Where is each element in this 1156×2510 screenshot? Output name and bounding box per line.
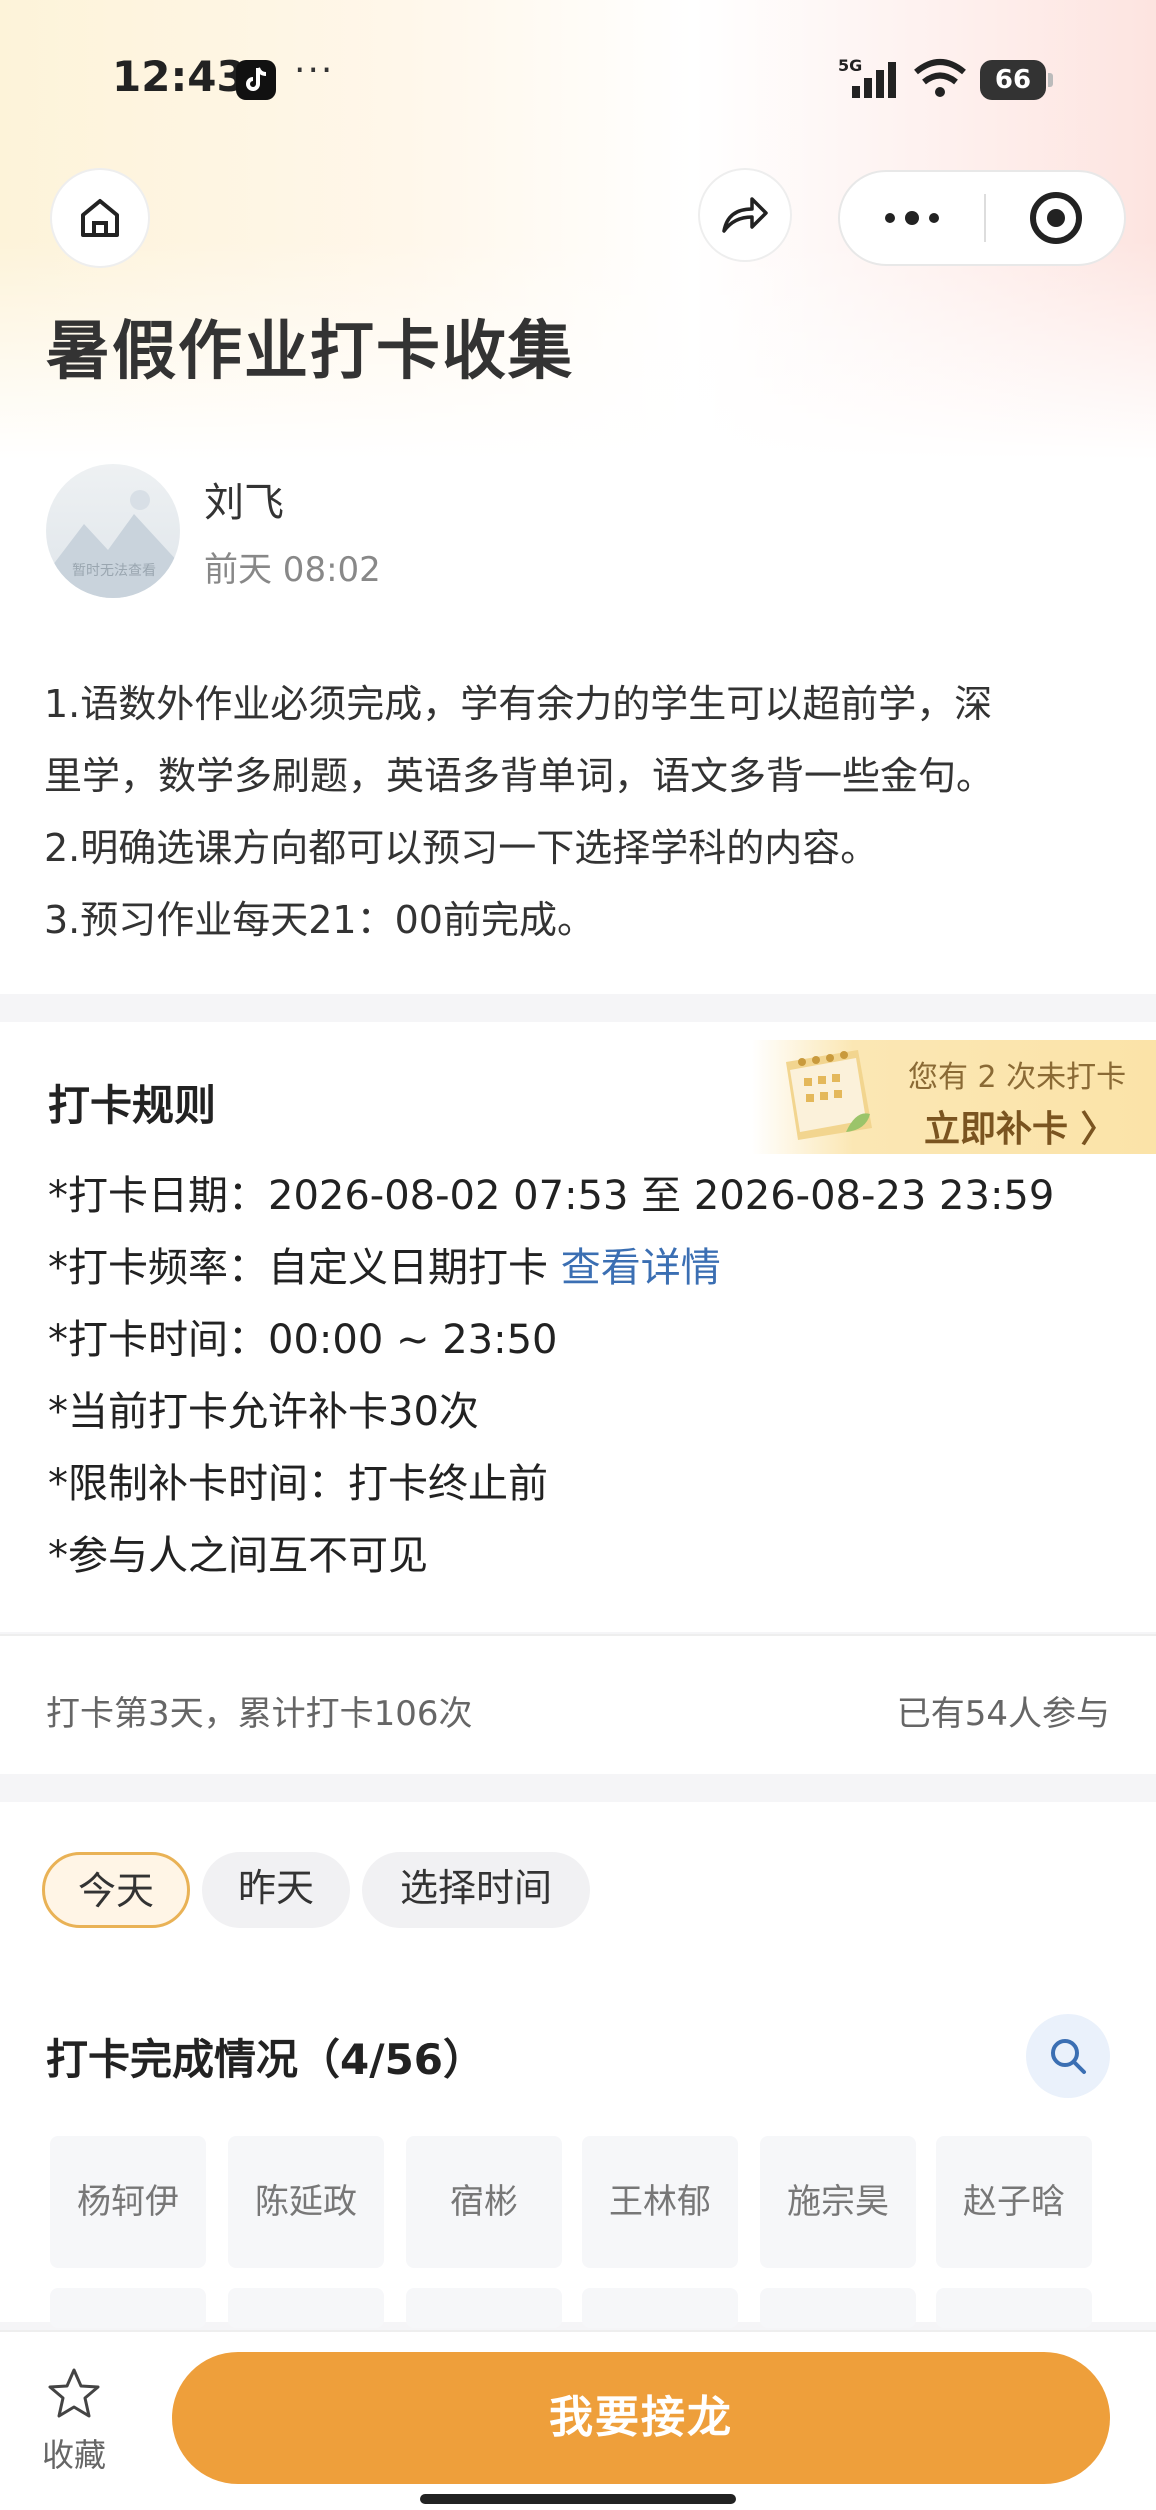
search-button[interactable] [1026,2014,1110,2098]
makeup-now-link[interactable]: 立即补卡 〉 [924,1100,1117,1152]
target-close-icon [1030,192,1082,244]
status-more-dots: ··· [294,50,335,91]
calendar-icon [786,1050,872,1140]
post-line: 3.预习作业每天21：00前完成。 [44,898,595,942]
tab-choose-time[interactable]: 选择时间 [362,1852,590,1928]
post-body: 1.语数外作业必须完成，学有余力的学生可以超前学，深 里学，数学多刷题，英语多背… [44,668,1124,956]
rule-frequency: *打卡频率：自定义日期打卡 查看详情 [48,1232,1054,1304]
view-details-link[interactable]: 查看详情 [561,1245,721,1291]
tiktok-icon [236,60,276,100]
battery-indicator: 66 [980,60,1053,100]
more-button[interactable] [840,172,984,264]
favorite-label: 收藏 [42,2436,107,2474]
home-button[interactable] [50,168,150,268]
checkin-stats: 打卡第3天，累计打卡106次 [46,1694,473,1734]
favorite-button[interactable]: 收藏 [36,2362,116,2482]
participant-chip[interactable] [760,2288,916,2328]
post-line: 1.语数外作业必须完成，学有余力的学生可以超前学，深 [44,682,993,726]
rule-time-window: *打卡时间：00:00 ~ 23:50 [48,1317,558,1363]
share-button[interactable] [698,168,792,262]
more-dots-icon [885,211,939,225]
rule-makeup-limit: *限制补卡时间：打卡终止前 [48,1461,548,1507]
rule-visibility: *参与人之间互不可见 [48,1533,428,1579]
search-icon [1051,2039,1086,2074]
author-name: 刘飞 [204,480,284,526]
checkin-status-title: 打卡完成情况（4/56） [46,2035,486,2084]
participant-chip[interactable]: 陈延政 [228,2136,384,2268]
participant-chip[interactable]: 赵子晗 [936,2136,1092,2268]
tab-today[interactable]: 今天 [42,1852,190,1928]
post-time: 前天 08:02 [204,550,381,590]
rules-title: 打卡规则 [48,1081,217,1130]
post-line: 2.明确选课方向都可以预习一下选择学科的内容。 [44,826,879,870]
status-bar: 12:43 ··· 5G 66 [0,0,1156,160]
avatar[interactable]: 暂时无法查看 [46,464,180,598]
miniprogram-capsule [838,170,1126,266]
home-icon [81,199,119,237]
rules-list: *打卡日期：2026-08-02 07:53 至 2026-08-23 23:5… [48,1160,1054,1592]
join-chain-button[interactable]: 我要接龙 [172,2352,1110,2484]
wifi-icon [914,59,966,97]
star-icon [48,2368,100,2418]
participant-chip[interactable] [582,2288,738,2328]
makeup-notice: 您有 2 次未打卡 [908,1060,1127,1095]
rule-frequency-text: *打卡频率：自定义日期打卡 [48,1245,561,1291]
post-line: 里学，数学多刷题，英语多背单词，语文多背一些金句。 [44,754,995,798]
close-miniprogram-button[interactable] [986,172,1126,264]
avatar-caption: 暂时无法查看 [72,563,156,579]
participant-chip[interactable] [936,2288,1092,2328]
participant-chip[interactable]: 杨轲伊 [50,2136,206,2268]
participant-chip[interactable]: 宿彬 [406,2136,562,2268]
page-title: 暑假作业打卡收集 [46,315,574,389]
participant-chip[interactable] [228,2288,384,2328]
signal-icon [852,62,896,98]
home-indicator [420,2494,736,2504]
share-icon [722,197,768,233]
rule-date-range: *打卡日期：2026-08-02 07:53 至 2026-08-23 23:5… [48,1173,1055,1219]
rule-makeup-allowed: *当前打卡允许补卡30次 [48,1389,479,1435]
status-time: 12:43 [112,52,246,101]
participant-chip[interactable]: 王林郁 [582,2136,738,2268]
participant-chip[interactable] [406,2288,562,2328]
participant-chip[interactable]: 施宗昊 [760,2136,916,2268]
participant-count: 已有54人参与 [896,1694,1110,1734]
tab-yesterday[interactable]: 昨天 [202,1852,350,1928]
participant-chip[interactable] [50,2288,206,2328]
